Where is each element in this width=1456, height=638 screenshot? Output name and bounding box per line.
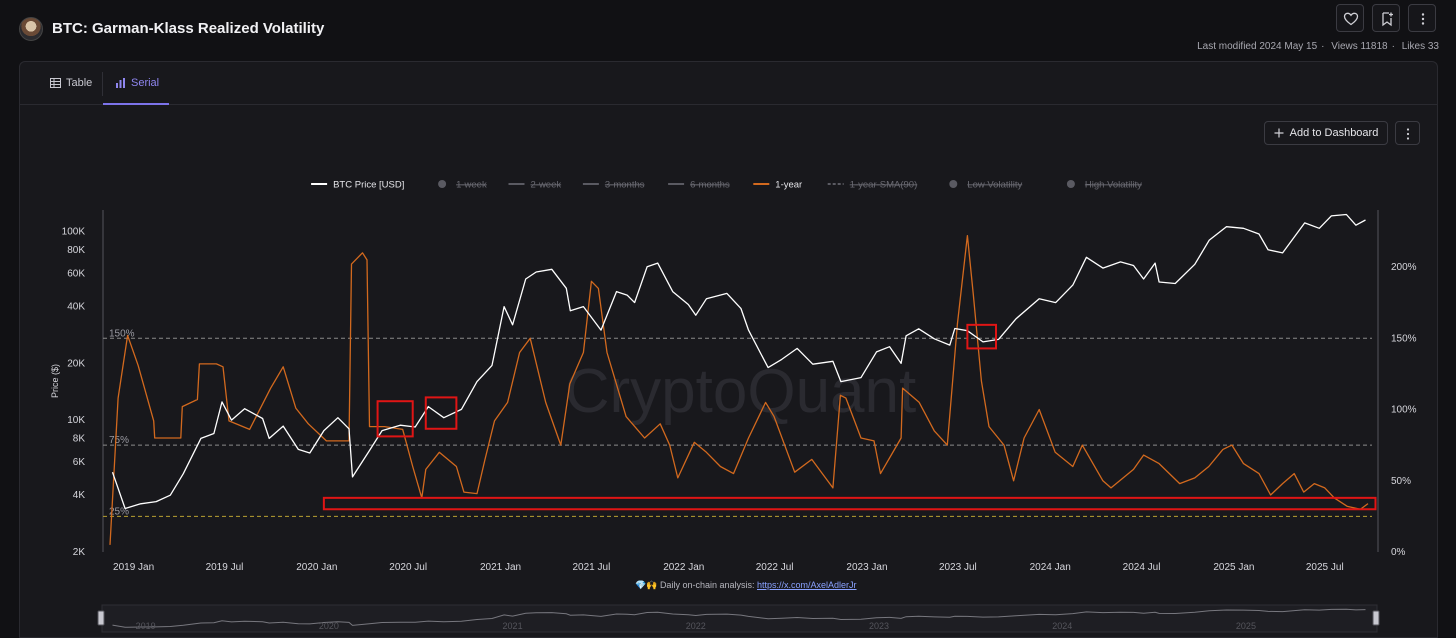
highlight-box — [322, 496, 1377, 511]
navigator-handle-left[interactable] — [97, 610, 105, 626]
y-left-tick-label: 100K — [62, 226, 86, 237]
likes-count: Likes 33 — [1401, 41, 1439, 52]
x-tick-label: 2025 Jul — [1306, 562, 1344, 573]
navigator-handle-right[interactable] — [1372, 610, 1380, 626]
more-options-button[interactable] — [1408, 4, 1436, 32]
y-axis-title: Price ($) — [50, 364, 60, 398]
legend-item-label[interactable]: High Volatility — [1085, 180, 1142, 191]
legend-marker[interactable] — [438, 180, 447, 188]
navigator-year-label: 2025 — [1236, 621, 1256, 631]
y-left-tick-label: 10K — [67, 415, 85, 426]
y-left-tick-label: 2K — [73, 547, 86, 558]
y-left-tick-label: 40K — [67, 302, 85, 313]
bookmark-button[interactable] — [1372, 4, 1400, 32]
twitter-link[interactable]: https://x.com/AxelAdlerJr — [757, 580, 857, 590]
highlight-box — [376, 400, 414, 438]
legend-item-label[interactable]: 2-week — [531, 180, 562, 191]
x-tick-label: 2019 Jan — [113, 562, 154, 573]
reference-line-label: 150% — [109, 328, 135, 339]
reference-line-label: 75% — [109, 435, 129, 446]
x-tick-label: 2023 Jul — [939, 562, 977, 573]
y-left-tick-label: 80K — [67, 245, 85, 256]
y-left-tick-label: 4K — [73, 490, 86, 501]
navigator-year-label: 2023 — [869, 621, 889, 631]
x-tick-label: 2022 Jul — [756, 562, 794, 573]
legend-item-label[interactable]: BTC Price [USD] — [333, 180, 404, 191]
legend-item-label[interactable]: 1-week — [456, 180, 487, 191]
watermark: CryptoQuant — [565, 357, 917, 426]
y-left-tick-label: 60K — [67, 268, 85, 279]
like-button[interactable] — [1336, 4, 1364, 32]
heart-icon — [1343, 12, 1359, 26]
x-tick-label: 2022 Jan — [663, 562, 704, 573]
y-right-tick-label: 50% — [1391, 476, 1411, 487]
navigator-year-label: 2020 — [319, 621, 339, 631]
legend-item-label[interactable]: 1-year — [775, 180, 802, 191]
y-right-tick-label: 0% — [1391, 547, 1406, 558]
legend-item-label[interactable]: 3-months — [605, 180, 645, 191]
legend-marker[interactable] — [949, 180, 958, 188]
navigator[interactable] — [101, 604, 1378, 633]
x-tick-label: 2021 Jan — [480, 562, 521, 573]
chart-panel: Table Serial Add to Dashboard CryptoQuan… — [19, 61, 1438, 638]
gem-hands-emoji: 💎🙌 — [635, 580, 658, 590]
navigator-year-label: 2019 — [136, 621, 156, 631]
x-tick-label: 2021 Jul — [573, 562, 611, 573]
navigator-year-label: 2022 — [686, 621, 706, 631]
y-left-tick-label: 8K — [73, 433, 86, 444]
y-left-tick-label: 6K — [73, 457, 86, 468]
y-right-tick-label: 150% — [1391, 333, 1417, 344]
y-right-tick-label: 200% — [1391, 262, 1417, 273]
bookmark-add-icon — [1382, 12, 1393, 27]
y-left-tick-label: 20K — [67, 358, 85, 369]
chart-svg: CryptoQuant 2K 4K 6K 8K 10K 20K 40K 60K 80K 100K 0%… — [50, 180, 1417, 633]
x-tick-label: 2020 Jul — [389, 562, 427, 573]
author-avatar[interactable] — [19, 17, 43, 41]
highlight-box — [966, 323, 998, 350]
x-tick-label: 2023 Jan — [846, 562, 887, 573]
legend-item-label[interactable]: Low Volatility — [967, 180, 1022, 191]
x-tick-label: 2019 Jul — [206, 562, 244, 573]
top-bar: BTC: Garman-Klass Realized Volatility La… — [0, 0, 1456, 60]
legend-item-label[interactable]: 1-year-SMA(90) — [850, 180, 918, 191]
views-count: Views 11818 — [1331, 41, 1388, 52]
highlight-box — [424, 396, 458, 430]
x-tick-label: 2025 Jan — [1213, 562, 1254, 573]
navigator-year-label: 2021 — [503, 621, 523, 631]
navigator-year-label: 2024 — [1052, 621, 1072, 631]
x-tick-label: 2020 Jan — [296, 562, 337, 573]
legend-marker[interactable] — [1066, 180, 1075, 188]
footnote: 💎🙌 Daily on-chain analysis: https://x.co… — [635, 580, 857, 591]
x-tick-label: 2024 Jan — [1030, 562, 1071, 573]
x-tick-label: 2024 Jul — [1123, 562, 1161, 573]
page-title: BTC: Garman-Klass Realized Volatility — [52, 20, 325, 37]
y-right-tick-label: 100% — [1391, 405, 1417, 416]
page-meta: Last modified 2024 May 15 · Views 11818 · … — [1197, 41, 1439, 52]
last-modified: Last modified 2024 May 15 — [1197, 41, 1318, 52]
footnote-text: Daily on-chain analysis: — [659, 580, 755, 590]
legend-item-label[interactable]: 6-months — [690, 180, 730, 191]
kebab-menu-icon — [1421, 13, 1425, 25]
